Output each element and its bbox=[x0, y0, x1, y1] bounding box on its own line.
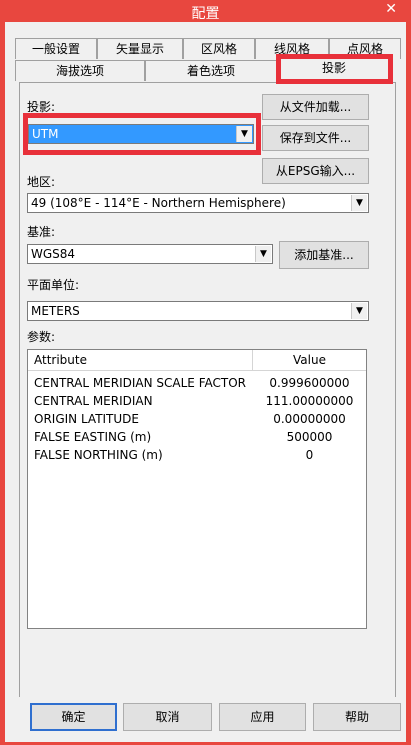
zone-select[interactable]: 49 (108°E - 114°E - Northern Hemisphere)… bbox=[27, 193, 369, 213]
tab-vector-display[interactable]: 矢量显示 bbox=[97, 38, 183, 59]
datum-select[interactable]: WGS84 ▼ bbox=[27, 244, 273, 264]
col-value[interactable]: Value bbox=[253, 353, 366, 367]
row-attribute: CENTRAL MERIDIAN bbox=[34, 394, 153, 408]
add-datum-button[interactable]: 添加基准... bbox=[279, 241, 369, 269]
zone-value: 49 (108°E - 114°E - Northern Hemisphere) bbox=[31, 196, 286, 210]
close-icon[interactable]: ✕ bbox=[385, 1, 397, 17]
chevron-down-icon[interactable]: ▼ bbox=[236, 126, 252, 142]
tab-projection[interactable]: 投影 bbox=[277, 56, 391, 82]
table-row[interactable]: ORIGIN LATITUDE 0.00000000 bbox=[28, 410, 366, 428]
row-value: 0 bbox=[305, 448, 314, 462]
apply-button[interactable]: 应用 bbox=[219, 703, 306, 731]
row-attribute: FALSE NORTHING (m) bbox=[34, 448, 163, 462]
row-attribute: CENTRAL MERIDIAN SCALE FACTOR bbox=[34, 376, 246, 390]
button-bar: 确定 取消 应用 帮助 bbox=[5, 697, 406, 742]
table-row[interactable]: FALSE NORTHING (m) 0 bbox=[28, 446, 366, 464]
zone-label: 地区: bbox=[27, 175, 56, 189]
col-attribute[interactable]: Attribute bbox=[34, 353, 87, 367]
cancel-button[interactable]: 取消 bbox=[123, 703, 212, 731]
window-title: 配置 bbox=[191, 6, 220, 22]
projection-label: 投影: bbox=[27, 100, 56, 114]
ok-button[interactable]: 确定 bbox=[30, 703, 117, 731]
table-row[interactable]: CENTRAL MERIDIAN 111.00000000 bbox=[28, 392, 366, 410]
tab-shading-options[interactable]: 着色选项 bbox=[145, 60, 277, 81]
params-label: 参数: bbox=[27, 330, 56, 344]
load-from-file-button[interactable]: 从文件加载... bbox=[262, 94, 369, 120]
projection-select[interactable]: UTM ▼ bbox=[28, 124, 254, 144]
table-row[interactable]: FALSE EASTING (m) 500000 bbox=[28, 428, 366, 446]
chevron-down-icon[interactable]: ▼ bbox=[351, 303, 367, 319]
dialog-body: 一般设置 矢量显示 区风格 线风格 点风格 海拔选项 着色选项 投影 投影: U… bbox=[5, 22, 406, 742]
projection-value: UTM bbox=[32, 127, 59, 141]
chevron-down-icon[interactable]: ▼ bbox=[255, 246, 271, 262]
row-value: 500000 bbox=[286, 430, 333, 444]
row-attribute: ORIGIN LATITUDE bbox=[34, 412, 139, 426]
tab-general[interactable]: 一般设置 bbox=[15, 38, 97, 59]
datum-label: 基准: bbox=[27, 225, 56, 239]
row-attribute: FALSE EASTING (m) bbox=[34, 430, 152, 444]
units-value: METERS bbox=[31, 304, 80, 318]
row-value: 0.00000000 bbox=[273, 412, 346, 426]
save-to-file-button[interactable]: 保存到文件... bbox=[262, 125, 369, 151]
input-epsg-button[interactable]: 从EPSG输入... bbox=[262, 158, 369, 184]
datum-value: WGS84 bbox=[31, 247, 76, 261]
row-value: 111.00000000 bbox=[265, 394, 354, 408]
units-label: 平面单位: bbox=[27, 278, 80, 292]
table-row[interactable]: CENTRAL MERIDIAN SCALE FACTOR 0.99960000… bbox=[28, 374, 366, 392]
chevron-down-icon[interactable]: ▼ bbox=[351, 195, 367, 211]
params-table[interactable]: Attribute Value CENTRAL MERIDIAN SCALE F… bbox=[27, 349, 367, 629]
units-select[interactable]: METERS ▼ bbox=[27, 301, 369, 321]
row-value: 0.999600000 bbox=[269, 376, 350, 390]
help-button[interactable]: 帮助 bbox=[313, 703, 401, 731]
params-table-header: Attribute Value bbox=[28, 350, 366, 371]
tab-area-style[interactable]: 区风格 bbox=[183, 38, 255, 59]
tab-elevation-options[interactable]: 海拔选项 bbox=[15, 60, 145, 81]
title-bar: 配置 ✕ bbox=[0, 0, 411, 22]
